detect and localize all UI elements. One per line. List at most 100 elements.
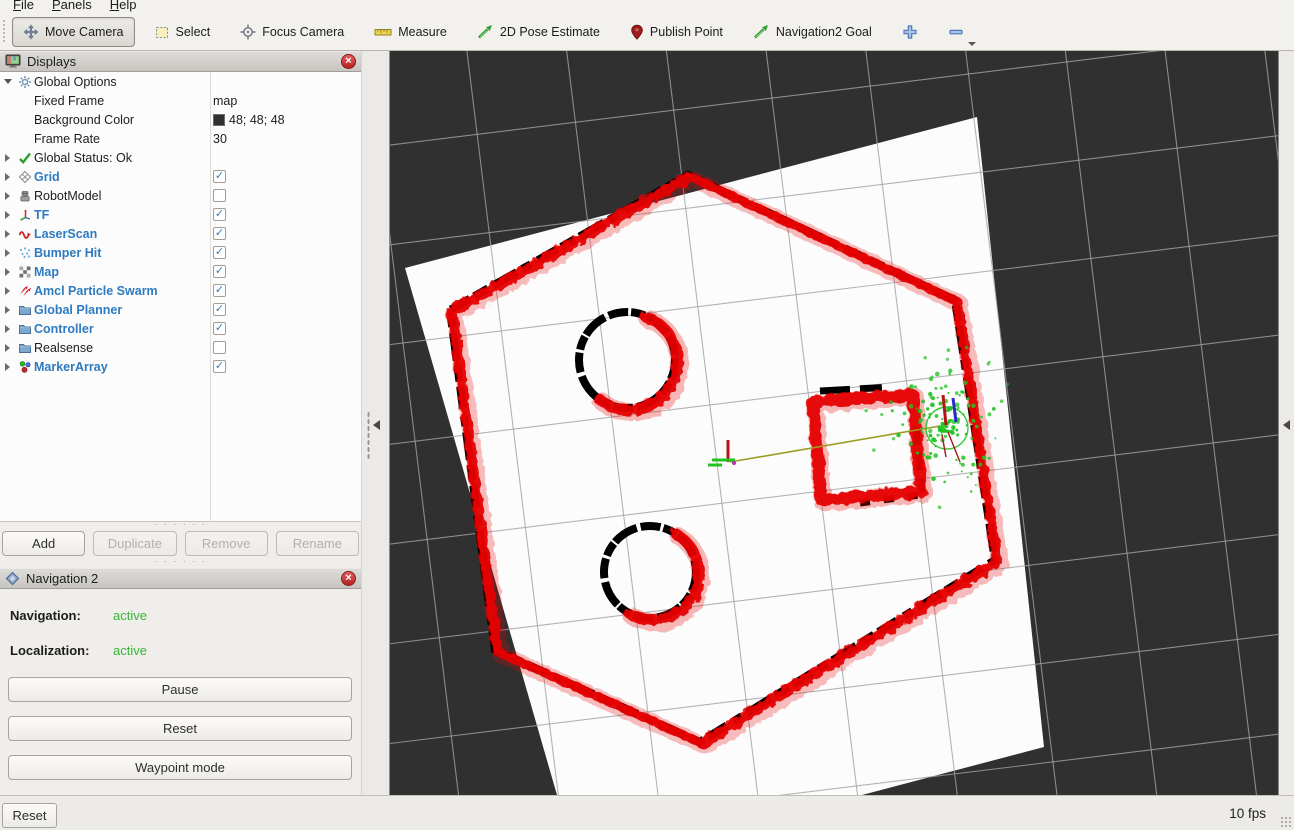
menu-help[interactable]: Help	[101, 0, 146, 13]
reset-button[interactable]: Reset	[8, 716, 352, 741]
expander-icon[interactable]	[0, 306, 15, 314]
expander-icon[interactable]	[0, 192, 15, 200]
display-row-frame-rate[interactable]: Frame Rate30	[0, 129, 361, 148]
collapse-left-icon[interactable]	[1283, 420, 1290, 430]
status-label: Navigation:	[10, 608, 113, 623]
display-row-realsense[interactable]: Realsense	[0, 338, 361, 357]
3d-viewport[interactable]	[390, 51, 1278, 795]
tool-label: Move Camera	[45, 25, 124, 39]
row-label: MarkerArray	[34, 360, 108, 374]
color-swatch	[213, 114, 225, 126]
tool-label: 2D Pose Estimate	[500, 25, 600, 39]
close-icon[interactable]: ×	[341, 54, 356, 69]
duplicate-button[interactable]: Duplicate	[93, 531, 176, 556]
toolbar-drag-handle[interactable]	[2, 19, 6, 44]
tool-remove-tool-minus[interactable]	[937, 17, 975, 47]
enable-checkbox[interactable]	[213, 341, 226, 354]
nav2-diamond-icon	[5, 571, 20, 586]
display-row-background-color[interactable]: Background Color48; 48; 48	[0, 110, 361, 129]
display-row-controller[interactable]: Controller ✓	[0, 319, 361, 338]
display-row-markerarray[interactable]: MarkerArray ✓	[0, 357, 361, 376]
display-row-bumper-hit[interactable]: Bumper Hit✓	[0, 243, 361, 262]
enable-checkbox[interactable]: ✓	[213, 246, 226, 259]
display-row-map[interactable]: Map ✓	[0, 262, 361, 281]
expander-icon[interactable]	[0, 249, 15, 257]
display-row-tf[interactable]: TF✓	[0, 205, 361, 224]
expander-icon[interactable]	[0, 230, 15, 238]
menu-panels[interactable]: Panels	[43, 0, 101, 13]
enable-checkbox[interactable]: ✓	[213, 360, 226, 373]
row-label: Map	[34, 265, 59, 279]
row-value[interactable]: 30	[213, 132, 227, 146]
row-label: Amcl Particle Swarm	[34, 284, 158, 298]
status-localization: Localization:active	[10, 643, 147, 658]
expander-icon[interactable]	[0, 173, 15, 181]
display-row-amcl-particle-swarm[interactable]: Amcl Particle Swarm ✓	[0, 281, 361, 300]
value-text: map	[213, 94, 237, 108]
pause-button[interactable]: Pause	[8, 677, 352, 702]
status-label: Localization:	[10, 643, 113, 658]
splitter-handle[interactable]: · · · · · ·	[0, 558, 361, 566]
collapse-left-icon[interactable]	[373, 420, 380, 430]
bumper-dots-icon	[15, 246, 34, 260]
tool-measure[interactable]: Measure	[363, 17, 458, 47]
laser-wave-icon	[15, 227, 34, 241]
tool-add-tool-plus[interactable]	[891, 17, 929, 47]
enable-checkbox[interactable]: ✓	[213, 170, 226, 183]
tool-label: Publish Point	[650, 25, 723, 39]
expander-icon[interactable]	[0, 325, 15, 333]
row-label: Controller	[34, 322, 94, 336]
expander-icon[interactable]	[0, 344, 15, 352]
add-tool-plus-icon	[902, 24, 918, 40]
row-value[interactable]: 48; 48; 48	[213, 113, 285, 127]
display-row-fixed-frame[interactable]: Fixed Framemap	[0, 91, 361, 110]
tool-publish-point[interactable]: Publish Point	[619, 17, 734, 47]
tool-focus-camera[interactable]: Focus Camera	[229, 17, 355, 47]
tool-2d-pose-estimate[interactable]: 2D Pose Estimate	[466, 17, 611, 47]
splitter-handle[interactable]: · · · · · ·	[0, 521, 361, 529]
nav2-panel-title: Navigation 2	[26, 571, 98, 586]
menu-file[interactable]: File	[4, 0, 43, 13]
toolbar-tools: Move Camera Select Focus Camera Measure 2D P…	[12, 17, 983, 47]
expander-icon[interactable]	[0, 154, 15, 162]
fps-counter: 10 fps	[1229, 806, 1266, 821]
focus-crosshair-icon	[240, 24, 256, 40]
expander-icon[interactable]	[0, 268, 15, 276]
panel-splitter[interactable]	[361, 51, 390, 795]
goal-arrow-icon	[753, 24, 770, 40]
dropdown-caret-icon[interactable]	[968, 42, 976, 46]
display-row-global-planner[interactable]: Global Planner✓	[0, 300, 361, 319]
resize-grip[interactable]	[1280, 816, 1292, 828]
display-row-laserscan[interactable]: LaserScan✓	[0, 224, 361, 243]
enable-checkbox[interactable]: ✓	[213, 322, 226, 335]
tool-label: Select	[176, 25, 211, 39]
right-splitter[interactable]	[1278, 51, 1294, 795]
tool-select[interactable]: Select	[143, 17, 222, 47]
enable-checkbox[interactable]: ✓	[213, 265, 226, 278]
expander-icon[interactable]	[0, 287, 15, 295]
enable-checkbox[interactable]: ✓	[213, 284, 226, 297]
expander-icon[interactable]	[0, 79, 15, 84]
waypoint-mode-button[interactable]: Waypoint mode	[8, 755, 352, 780]
reset-view-button[interactable]: Reset	[2, 803, 57, 828]
expander-icon[interactable]	[0, 363, 15, 371]
rename-button[interactable]: Rename	[276, 531, 359, 556]
tool-move-camera[interactable]: Move Camera	[12, 17, 135, 47]
tool-navigation2-goal[interactable]: Navigation2 Goal	[742, 17, 883, 47]
status-navigation: Navigation:active	[10, 608, 147, 623]
close-icon[interactable]: ×	[341, 571, 356, 586]
display-row-grid[interactable]: Grid✓	[0, 167, 361, 186]
tool-label: Measure	[398, 25, 447, 39]
enable-checkbox[interactable]: ✓	[213, 227, 226, 240]
add-button[interactable]: Add	[2, 531, 85, 556]
enable-checkbox[interactable]	[213, 189, 226, 202]
enable-checkbox[interactable]: ✓	[213, 208, 226, 221]
nav2-panel-header: Navigation 2 ×	[0, 568, 361, 589]
display-row-robotmodel[interactable]: RobotModel	[0, 186, 361, 205]
enable-checkbox[interactable]: ✓	[213, 303, 226, 316]
remove-button[interactable]: Remove	[185, 531, 268, 556]
display-row-global-options[interactable]: Global Options	[0, 72, 361, 91]
display-row-global-status-ok[interactable]: Global Status: Ok	[0, 148, 361, 167]
expander-icon[interactable]	[0, 211, 15, 219]
row-value[interactable]: map	[213, 94, 237, 108]
